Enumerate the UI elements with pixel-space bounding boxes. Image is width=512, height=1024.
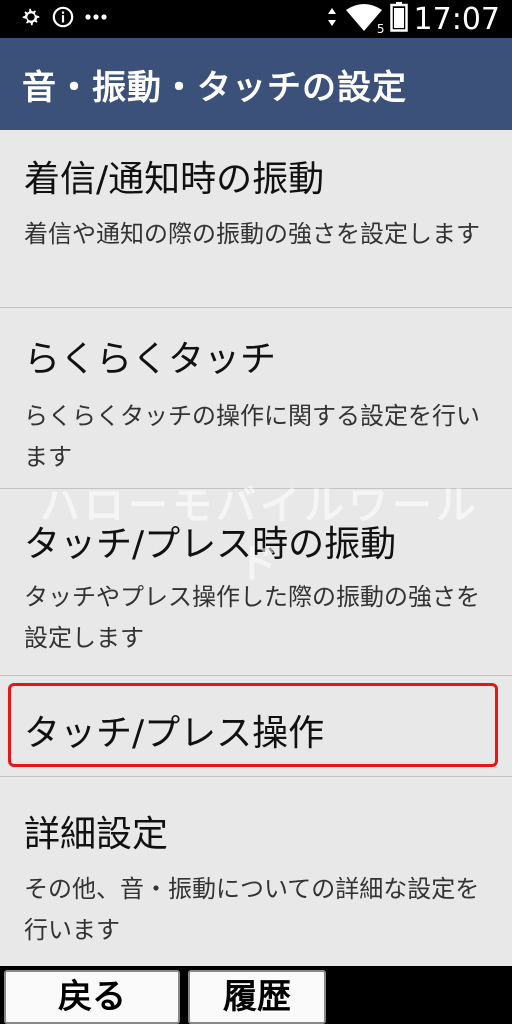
setting-item-description: 着信や通知の際の振動の強さを設定します <box>24 220 480 248</box>
setting-item-touch-press-vibration[interactable]: タッチ/プレス時の振動 タッチやプレス操作した際の振動の強さを設定します <box>0 489 512 676</box>
setting-item-title: らくらくタッチ <box>24 339 277 380</box>
setting-item-incoming-vibration[interactable]: 着信/通知時の振動 着信や通知の際の振動の強さを設定します <box>0 130 512 308</box>
gear-icon <box>20 6 42 32</box>
setting-item-raku-touch[interactable]: らくらくタッチ らくらくタッチの操作に関する設定を行います <box>0 308 512 489</box>
bottom-bar: 戻る 履歴 <box>0 966 512 1024</box>
setting-item-title: 詳細設定 <box>24 814 169 855</box>
battery-icon <box>389 2 408 36</box>
status-right-icons: 5 17:07 <box>326 0 500 38</box>
wifi-badge: 5 <box>375 22 386 36</box>
app-header: 音・振動・タッチの設定 <box>0 38 512 130</box>
page-title: 音・振動・タッチの設定 <box>22 68 407 108</box>
vibrate-icon <box>326 6 338 32</box>
more-icon <box>84 6 108 32</box>
setting-item-description: らくらくタッチの操作に関する設定を行います <box>24 402 480 471</box>
setting-item-description: タッチやプレス操作した際の振動の強さを設定します <box>24 583 480 652</box>
setting-item-title: 着信/通知時の振動 <box>24 159 325 200</box>
setting-item-title: タッチ/プレス時の振動 <box>24 524 397 565</box>
info-icon <box>52 6 74 32</box>
setting-item-description: その他、音・振動についての詳細な設定を行います <box>24 875 480 944</box>
wifi-icon: 5 <box>344 2 386 36</box>
status-bar: 5 17:07 <box>0 0 512 38</box>
settings-list: 着信/通知時の振動 着信や通知の際の振動の強さを設定します らくらくタッチ らく… <box>0 130 512 966</box>
setting-item-advanced[interactable]: 詳細設定 その他、音・振動についての詳細な設定を行います <box>0 777 512 966</box>
history-button[interactable]: 履歴 <box>188 970 326 1024</box>
status-left-icons <box>20 6 108 32</box>
focus-highlight <box>8 683 498 767</box>
back-button[interactable]: 戻る <box>4 970 180 1024</box>
status-clock: 17:07 <box>413 1 500 37</box>
